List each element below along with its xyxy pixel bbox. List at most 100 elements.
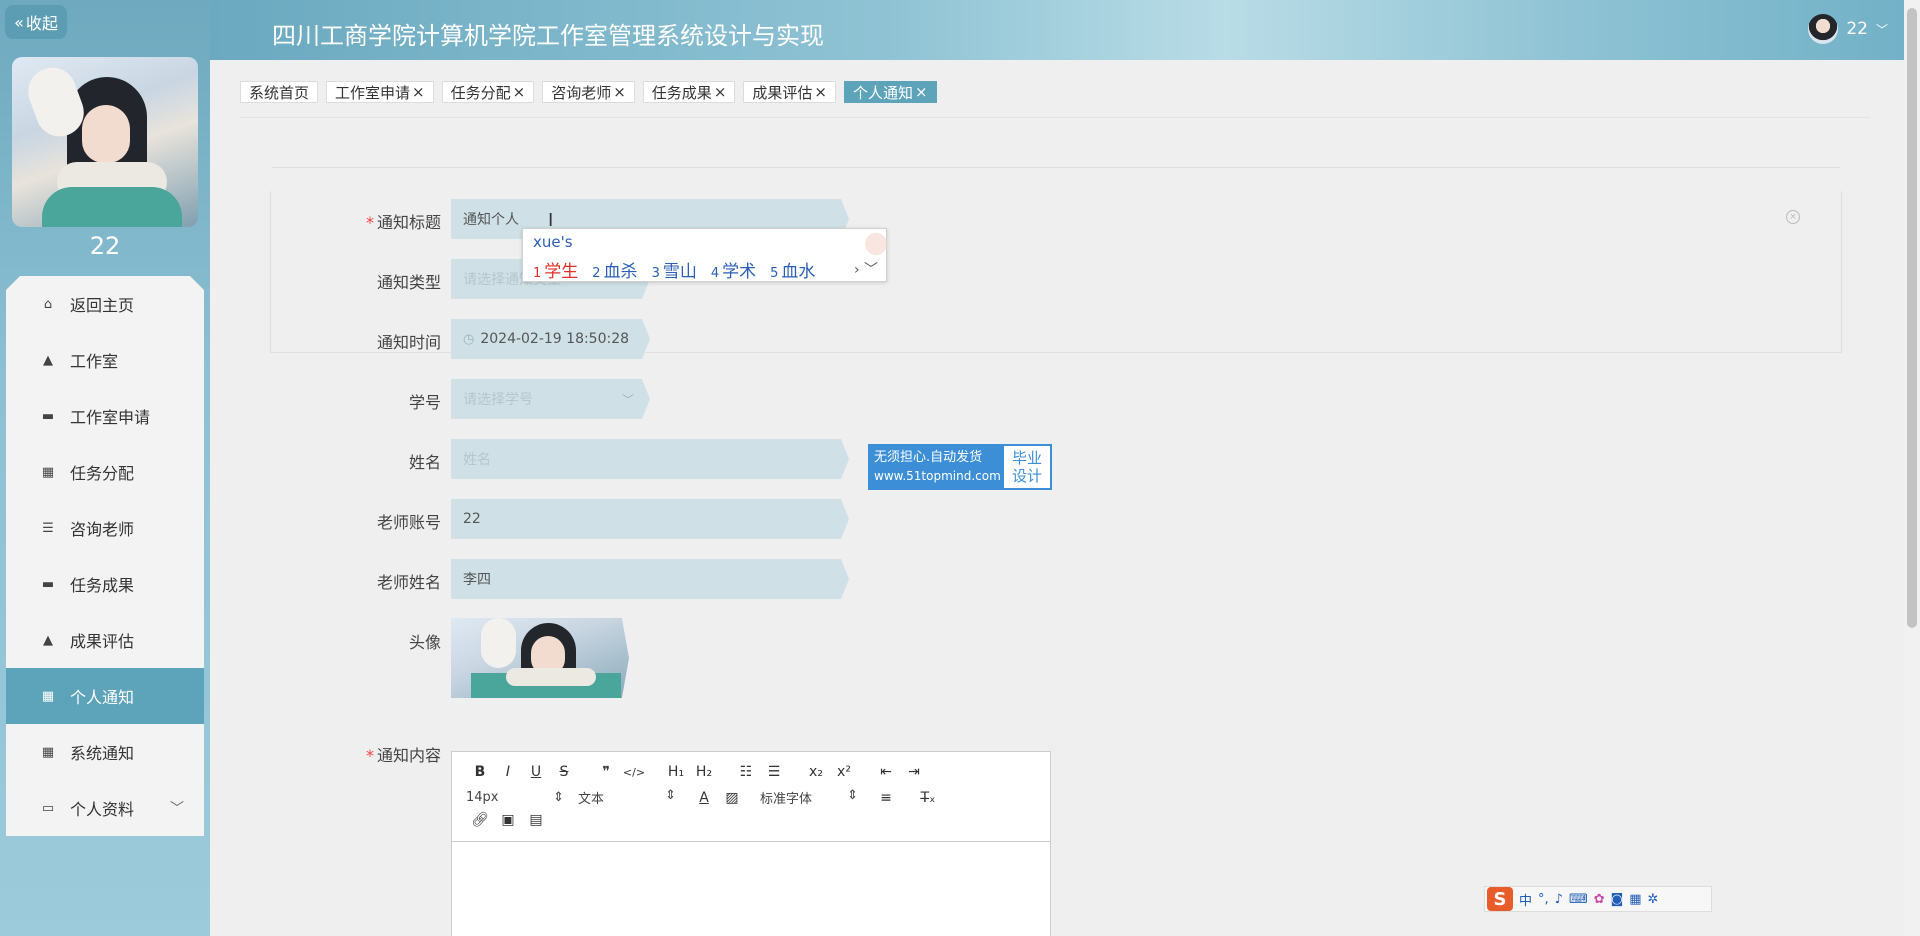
student-no-select[interactable]: 请选择学号 ﹀ <box>451 379 650 419</box>
sidebar-item-personal-notice[interactable]: ▦ 个人通知 <box>6 668 204 724</box>
sidebar: « 收起 22 ⌂ 返回主页 ▲ 工作室 ▬ 工作室申请 ▦ 任务分配 ☰ 咨询… <box>0 0 210 936</box>
subscript-icon[interactable]: x₂ <box>802 764 830 780</box>
apps-icon[interactable]: ▦ <box>1629 892 1641 907</box>
sidebar-item-label: 个人资料 <box>70 800 135 819</box>
double-chevron-left-icon: « <box>14 12 24 32</box>
ordered-list-icon[interactable]: ☷ <box>732 764 760 780</box>
ime-candidate[interactable]: 2 血杀 <box>592 257 637 282</box>
sidebar-item-system-notice[interactable]: ▦ 系统通知 <box>6 724 204 780</box>
updown-icon: ⇕ <box>553 790 564 805</box>
paragraph-select[interactable]: 文本 ⇕ <box>578 788 690 807</box>
title-label: * 通知标题 <box>365 213 441 232</box>
settings-icon[interactable]: ✲ <box>1648 892 1659 907</box>
indent-icon[interactable]: ⇥ <box>900 764 928 780</box>
sidebar-item-label: 工作室申请 <box>70 408 151 427</box>
tab-task-assignment[interactable]: 任务分配 × <box>441 81 535 103</box>
ad-banner[interactable]: 无须担心.自动发货 www.51topmind.com 毕业 设计 <box>868 444 1052 490</box>
align-icon[interactable]: ≡ <box>872 790 900 806</box>
bullet-list-icon[interactable]: ☰ <box>760 764 788 780</box>
name-input[interactable]: 姓名 <box>451 439 849 479</box>
video-icon[interactable]: ▤ <box>522 812 550 828</box>
tab-label: 任务成果 <box>651 83 712 102</box>
close-icon[interactable]: × <box>915 83 928 101</box>
teacher-account-input[interactable]: 22 <box>451 499 849 539</box>
list-icon: ☰ <box>42 520 54 536</box>
close-icon[interactable]: × <box>814 83 827 101</box>
divider <box>240 117 1870 118</box>
time-picker[interactable]: ◷ 2024-02-19 18:50:28 <box>451 319 650 359</box>
avatar <box>1808 14 1839 44</box>
user-menu[interactable]: 22 ﹀ <box>1808 14 1888 44</box>
avatar-upload[interactable] <box>451 618 629 698</box>
editor-content-area[interactable] <box>452 842 1050 936</box>
tab-task-results[interactable]: 任务成果 × <box>642 81 736 103</box>
close-icon[interactable]: × <box>613 83 626 101</box>
ad-url: www.51topmind.com <box>874 469 1001 483</box>
game-icon[interactable]: ◙ <box>1611 892 1624 907</box>
collapse-label: 收起 <box>25 14 58 33</box>
sidebar-item-profile[interactable]: ▭ 个人资料 ﹀ <box>6 780 204 836</box>
tab-home[interactable]: 系统首页 <box>240 81 319 103</box>
sidebar-item-task-assignment[interactable]: ▦ 任务分配 <box>6 444 204 500</box>
tab-studio-application[interactable]: 工作室申请 × <box>326 81 434 103</box>
tab-result-evaluation[interactable]: 成果评估 × <box>743 81 836 103</box>
outdent-icon[interactable]: ⇤ <box>872 764 900 780</box>
keyboard-icon[interactable]: ⌨ <box>1569 892 1588 907</box>
skin-icon[interactable]: ✿ <box>1594 892 1605 907</box>
font-size-select[interactable]: 14px ⇕ <box>466 790 578 805</box>
sidebar-item-studio[interactable]: ▲ 工作室 <box>6 332 204 388</box>
heading2-icon[interactable]: H₂ <box>690 764 718 780</box>
code-block-icon[interactable]: </> <box>620 766 648 779</box>
bold-icon[interactable]: B <box>466 764 494 780</box>
person-icon: ▲ <box>43 632 53 648</box>
teacher-name-input[interactable]: 李四 <box>451 559 849 599</box>
ime-candidate[interactable]: 5 血水 <box>770 257 815 282</box>
punctuation-icon[interactable]: °, <box>1538 892 1549 907</box>
student-no-label: 学号 <box>408 393 441 412</box>
heading1-icon[interactable]: H₁ <box>662 764 690 780</box>
rich-text-editor: B I U S ❞ </> H₁ H₂ ☷ ☰ x₂ x² ⇤ ⇥ 14px ⇕ … <box>451 751 1051 936</box>
page-scrollbar[interactable] <box>1904 0 1920 936</box>
close-icon[interactable]: × <box>412 83 425 101</box>
sidebar-item-home[interactable]: ⌂ 返回主页 <box>6 276 204 332</box>
image-icon[interactable]: ▣ <box>494 812 522 828</box>
microphone-icon[interactable]: ♪ <box>1555 892 1563 907</box>
chevron-down-icon: ﹀ <box>1875 22 1888 37</box>
clear-format-icon[interactable]: T̶ₓ <box>914 790 942 806</box>
scrollbar-thumb[interactable] <box>1907 8 1917 628</box>
sidebar-item-result-evaluation[interactable]: ▲ 成果评估 <box>6 612 204 668</box>
superscript-icon[interactable]: x² <box>830 764 858 780</box>
name-label: 姓名 <box>408 453 441 472</box>
avatar-label: 头像 <box>408 633 441 652</box>
ime-candidate[interactable]: 3 雪山 <box>652 257 697 282</box>
sidebar-item-task-results[interactable]: ▬ 任务成果 <box>6 556 204 612</box>
font-color-icon[interactable]: A <box>690 790 718 806</box>
sidebar-item-label: 系统通知 <box>70 744 135 763</box>
background-color-icon[interactable]: ▨ <box>718 790 746 806</box>
tab-label: 工作室申请 <box>335 83 411 102</box>
ime-candidate[interactable]: 4 学术 <box>711 257 756 282</box>
tab-personal-notice[interactable]: 个人通知 × <box>843 81 937 103</box>
collapse-button[interactable]: « 收起 <box>5 5 67 39</box>
italic-icon[interactable]: I <box>494 764 522 780</box>
font-family-select[interactable]: 标准字体 ⇕ <box>760 788 872 807</box>
ime-status-bar[interactable]: S 中 °, ♪ ⌨ ✿ ◙ ▦ ✲ <box>1484 886 1712 912</box>
close-icon[interactable]: × <box>714 83 727 101</box>
monitor-icon: ▬ <box>41 576 55 592</box>
content-label: * 通知内容 <box>365 746 441 765</box>
card-icon: ▭ <box>41 800 55 816</box>
close-icon[interactable]: × <box>1786 210 1800 224</box>
sogou-logo-icon: S <box>1487 887 1513 911</box>
blockquote-icon[interactable]: ❞ <box>592 764 620 780</box>
ime-candidate[interactable]: 1 学生 <box>533 257 578 282</box>
tab-consult-teacher[interactable]: 咨询老师 × <box>542 81 635 103</box>
underline-icon[interactable]: U <box>522 764 550 780</box>
strikethrough-icon[interactable]: S <box>550 764 578 780</box>
link-icon[interactable]: 🔗︎ <box>466 812 494 828</box>
sidebar-item-studio-application[interactable]: ▬ 工作室申请 <box>6 388 204 444</box>
sidebar-item-consult-teacher[interactable]: ☰ 咨询老师 <box>6 500 204 556</box>
close-icon[interactable]: × <box>513 83 526 101</box>
ad-text: 毕业 <box>1011 449 1042 467</box>
ime-next-page-icon[interactable]: › ﹀ <box>854 259 878 279</box>
ime-lang-toggle[interactable]: 中 <box>1519 890 1532 909</box>
